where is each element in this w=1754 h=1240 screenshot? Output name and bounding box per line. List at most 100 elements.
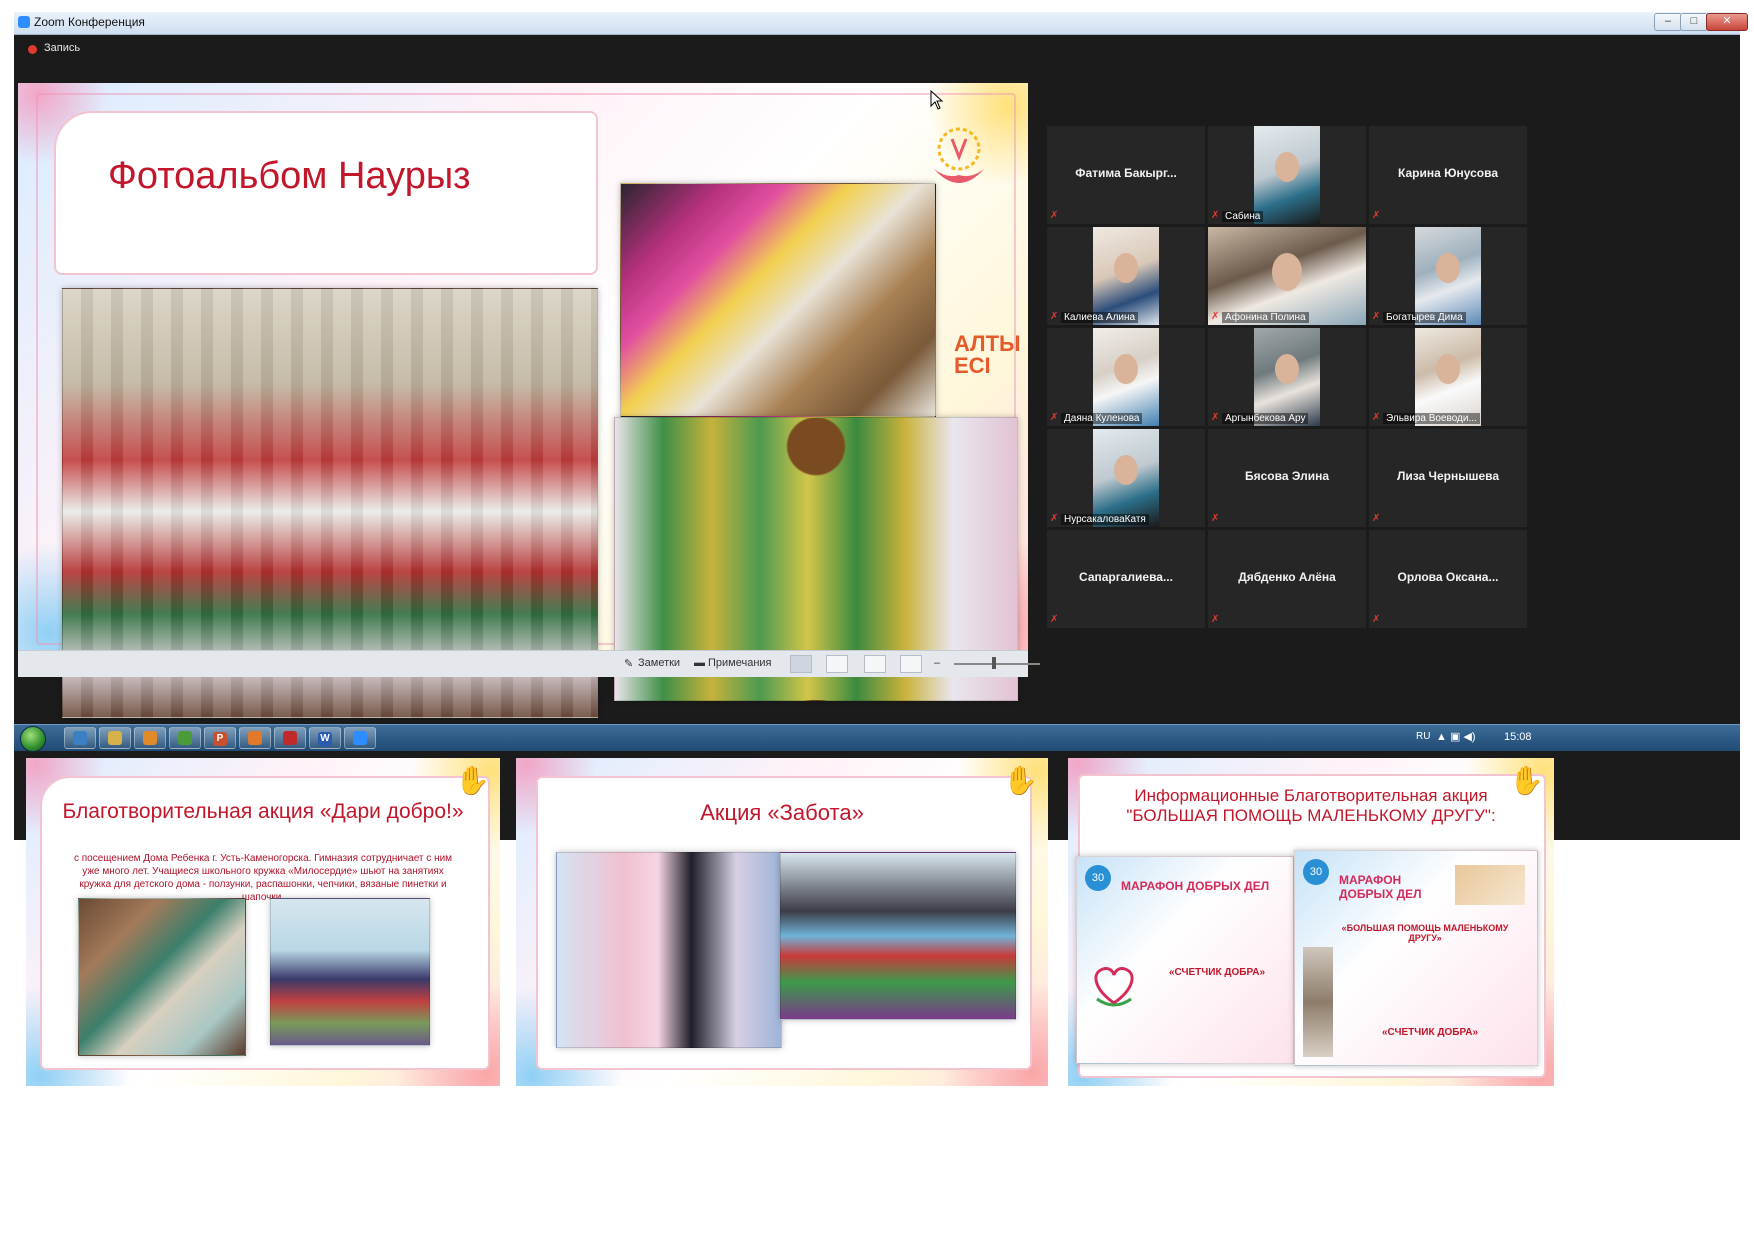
photo-volunteers [780, 852, 1016, 1020]
window-titlebar: Zoom Конференция – □ ✕ [14, 12, 1748, 35]
muted-mic-icon: ✗ [1372, 614, 1381, 625]
folder-icon [108, 731, 122, 745]
participant-name: Сабина [1222, 211, 1264, 222]
participant-face [1275, 152, 1299, 182]
media-icon [143, 731, 157, 745]
poster-left-heading: МАРАФОН ДОБРЫХ ДЕЛ [1121, 879, 1270, 893]
participant-tile[interactable]: Афонина Полина ✗ [1208, 227, 1366, 325]
slide-title: Акция «Забота» [700, 800, 864, 825]
taskbar-app-p[interactable]: P [204, 727, 236, 749]
participant-face [1114, 253, 1138, 283]
participant-face [1436, 253, 1460, 283]
heart-hands-icon [1089, 959, 1139, 1009]
windows-taskbar: RU ▲ ▣ ◀) 15:08 P W [14, 724, 1740, 752]
participant-tile[interactable]: Бясова Элина ✗ [1208, 429, 1366, 527]
taskbar-zoom-icon[interactable] [344, 727, 376, 749]
muted-mic-icon: ✗ [1211, 311, 1220, 322]
participant-tile[interactable]: Даяна Куленова ✗ [1047, 328, 1205, 426]
participant-gallery: Фатима Бакырг... ✗ Сабина ✗ Карина Юнусова ✗ К… [1047, 126, 1527, 628]
participant-video [1415, 328, 1481, 426]
participant-tile[interactable]: Орлова Оксана... ✗ [1369, 530, 1527, 628]
participant-name: Карина Юнусова [1397, 166, 1498, 180]
comments-button[interactable]: Примечания [708, 657, 772, 669]
participant-tile[interactable]: Сапаргалиева... ✗ [1047, 530, 1205, 628]
taskbar-app-w[interactable]: W [309, 727, 341, 749]
school-logo-icon [934, 127, 984, 183]
presentation-statusbar: ✎ Заметки ▬ Примечания – [18, 650, 1040, 677]
minimize-button[interactable]: – [1654, 13, 1682, 31]
mouse-cursor-icon [930, 90, 944, 110]
participant-tile[interactable]: НурсакаловаКатя ✗ [1047, 429, 1205, 527]
normal-view-button[interactable] [790, 655, 812, 673]
hand-logo-icon: ✋ [455, 765, 490, 796]
participant-name: Богатырев Дима [1383, 312, 1466, 323]
close-button[interactable]: ✕ [1706, 13, 1748, 31]
taskbar-chrome-icon[interactable] [169, 727, 201, 749]
participant-face [1114, 354, 1138, 384]
zoom-app-icon [18, 16, 30, 28]
muted-mic-icon: ✗ [1372, 513, 1381, 524]
start-button[interactable] [20, 726, 46, 752]
photo-animals-strip [1303, 947, 1333, 1057]
poster-left: 30 МАРАФОН ДОБРЫХ ДЕЛ «СЧЕТЧИК ДОБРА» [1076, 856, 1294, 1064]
zoom-slider-thumb[interactable] [992, 657, 996, 669]
slide-dari-dobro: ✋ Благотворительная акция «Дари добро!» … [26, 758, 500, 1086]
participant-tile[interactable]: Богатырев Дима ✗ [1369, 227, 1527, 325]
tray-icons[interactable]: ▲ ▣ ◀) [1436, 730, 1476, 743]
participant-name: Калиева Алина [1061, 312, 1139, 323]
slide-sorter-button[interactable] [826, 655, 848, 673]
zoom-out-button[interactable]: – [934, 657, 940, 669]
photo-feast-table [620, 183, 936, 417]
participant-video [1093, 328, 1159, 426]
participant-video [1093, 227, 1159, 325]
participant-name: Орлова Оксана... [1397, 570, 1499, 584]
chrome-icon [178, 731, 192, 745]
participant-name: Афонина Полина [1222, 312, 1309, 323]
slide-bolshaya-pomosh: ✋ Информационные Благотворительная акция… [1068, 758, 1554, 1086]
taskbar-opera-icon[interactable] [274, 727, 306, 749]
anniversary-badge-icon: 30 [1085, 865, 1111, 891]
participant-name: Эльвира Воеводи... [1383, 413, 1480, 424]
zoom-slider-track[interactable] [954, 663, 1040, 665]
slide-body: с посещением Дома Ребенка г. Усть-Камено… [73, 853, 453, 903]
recording-indicator[interactable]: Запись [14, 34, 1740, 64]
participant-name: Лиза Чернышева [1396, 469, 1500, 483]
participant-name: НурсакаловаКатя [1061, 514, 1149, 525]
muted-mic-icon: ✗ [1211, 412, 1220, 423]
participant-name: Даяна Куленова [1061, 413, 1143, 424]
participant-tile[interactable]: Эльвира Воеводи... ✗ [1369, 328, 1527, 426]
participant-name: Дябденко Алёна [1238, 570, 1336, 584]
notes-button[interactable]: Заметки [638, 657, 680, 669]
photo-visit [78, 898, 246, 1056]
slide-zabota: ✋ Акция «Забота» [516, 758, 1048, 1086]
participant-video [1415, 227, 1481, 325]
taskbar-explorer-icon[interactable] [64, 727, 96, 749]
participant-name: Аргынбекова Ару [1222, 413, 1309, 424]
participant-face [1275, 354, 1299, 384]
participant-tile[interactable]: Дябденко Алёна ✗ [1208, 530, 1366, 628]
language-indicator[interactable]: RU [1416, 731, 1430, 742]
clock[interactable]: 15:08 [1504, 731, 1532, 743]
taskbar-firefox-icon[interactable] [239, 727, 271, 749]
slide-title: Благотворительная акция «Дари добро!» [62, 800, 464, 823]
photo-donations [270, 898, 430, 1046]
slide-title: Фотоальбом Наурыз [108, 155, 471, 197]
participant-face [1436, 354, 1460, 384]
participant-tile[interactable]: Сабина ✗ [1208, 126, 1366, 224]
participant-name: Бясова Элина [1244, 469, 1330, 483]
taskbar-folder-icon[interactable] [99, 727, 131, 749]
comments-icon: ▬ [694, 657, 705, 669]
taskbar-media-icon[interactable] [134, 727, 166, 749]
slideshow-button[interactable] [900, 655, 922, 673]
participant-video [1208, 227, 1366, 325]
maximize-button[interactable]: □ [1680, 13, 1708, 31]
participant-name: Фатима Бакырг... [1075, 166, 1177, 180]
reading-view-button[interactable] [864, 655, 886, 673]
participant-tile[interactable]: Калиева Алина ✗ [1047, 227, 1205, 325]
participant-tile[interactable]: Фатима Бакырг... ✗ [1047, 126, 1205, 224]
participant-tile[interactable]: Карина Юнусова ✗ [1369, 126, 1527, 224]
poster-right-counter: «СЧЕТЧИК ДОБРА» [1381, 1027, 1479, 1038]
participant-tile[interactable]: Аргынбекова Ару ✗ [1208, 328, 1366, 426]
poster-right: 30 МАРАФОН ДОБРЫХ ДЕЛ «БОЛЬШАЯ ПОМОЩЬ МА… [1294, 850, 1538, 1066]
participant-tile[interactable]: Лиза Чернышева ✗ [1369, 429, 1527, 527]
